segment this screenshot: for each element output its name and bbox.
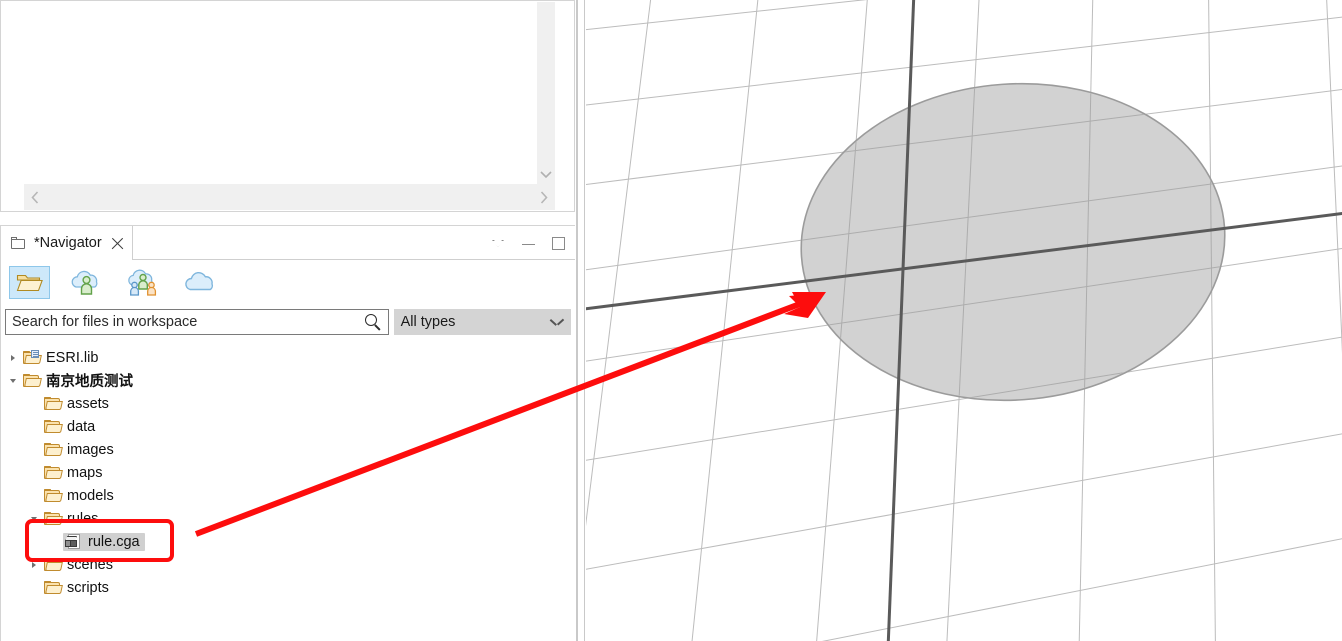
- tree-row-content[interactable]: ESRI.lib: [21, 349, 103, 367]
- minimize-icon[interactable]: [522, 237, 535, 250]
- view-menu-triangle-icon[interactable]: [492, 237, 505, 250]
- folder-icon: [11, 236, 26, 250]
- open-folder-icon: [16, 274, 43, 291]
- panel-divider[interactable]: [576, 0, 578, 641]
- tree-row[interactable]: models: [1, 484, 575, 507]
- cloud-icon: [184, 271, 213, 291]
- tree-row-label: models: [67, 487, 114, 504]
- chevron-down-icon[interactable]: [5, 369, 21, 392]
- close-icon[interactable]: [111, 237, 124, 250]
- tree-row-content[interactable]: images: [42, 441, 119, 459]
- rule-cga-highlight: [25, 519, 174, 562]
- tree-row[interactable]: images: [1, 438, 575, 461]
- navigator-view: *Navigator Search for files in workspace…: [0, 225, 583, 641]
- search-box[interactable]: [5, 309, 389, 335]
- online-content-button[interactable]: [180, 266, 221, 299]
- panel-divider-secondary[interactable]: [584, 0, 585, 641]
- shared-content-button[interactable]: [123, 266, 164, 299]
- tree-row-label: 南京地质测试: [46, 374, 133, 390]
- chevron-left-icon[interactable]: [24, 184, 46, 210]
- chevron-right-icon[interactable]: [5, 346, 21, 369]
- folder-icon: [44, 396, 63, 411]
- tree-row[interactable]: 南京地质测试: [1, 369, 575, 392]
- chevron-right-icon[interactable]: [533, 184, 555, 210]
- folder-icon: [44, 419, 63, 434]
- editor-vertical-gutter: [554, 2, 573, 184]
- tree-row-content[interactable]: models: [42, 487, 119, 505]
- tree-row-label: maps: [67, 464, 103, 481]
- cloud-group-icon: [127, 269, 156, 296]
- chevron-down-icon: [551, 319, 562, 326]
- tree-row-content[interactable]: 南京地质测试: [21, 369, 138, 392]
- library-folder-icon: [23, 349, 42, 365]
- search-icon[interactable]: [364, 314, 382, 331]
- tree-row-content[interactable]: data: [42, 418, 100, 436]
- editor-canvas[interactable]: [2, 2, 536, 184]
- viewport-scene: [586, 0, 1342, 641]
- tab-navigator[interactable]: *Navigator: [1, 226, 133, 260]
- tab-label: *Navigator: [34, 235, 102, 251]
- chevron-down-icon[interactable]: [537, 166, 555, 184]
- folder-icon: [44, 465, 63, 480]
- tree-row[interactable]: ESRI.lib: [1, 346, 575, 369]
- tree-row-label: scripts: [67, 579, 109, 596]
- tree-row[interactable]: maps: [1, 461, 575, 484]
- tree-row-content[interactable]: scripts: [42, 579, 114, 597]
- file-tree[interactable]: ESRI.lib 南京地质测试 assets data images maps models…: [1, 346, 575, 641]
- local-workspace-button[interactable]: [9, 265, 50, 299]
- search-input[interactable]: [10, 310, 359, 334]
- tree-row-content[interactable]: assets: [42, 395, 114, 413]
- editor-vertical-scrollbar[interactable]: [537, 2, 555, 184]
- folder-icon: [44, 442, 63, 457]
- type-filter-value: All types: [400, 314, 456, 330]
- tree-row-label: images: [67, 441, 114, 458]
- folder-icon: [23, 373, 42, 388]
- maximize-icon[interactable]: [552, 236, 565, 250]
- tree-row-label: data: [67, 418, 96, 435]
- tree-row-content[interactable]: maps: [42, 464, 107, 482]
- application-window: *Navigator Search for files in workspace…: [0, 0, 1342, 641]
- editor-horizontal-scrollbar[interactable]: [2, 184, 555, 210]
- tab-tool-buttons: [492, 226, 565, 260]
- tree-row[interactable]: data: [1, 415, 575, 438]
- tree-row-label: ESRI.lib: [46, 349, 99, 366]
- tree-row[interactable]: scripts: [1, 576, 575, 599]
- scrollbar-left-gap: [2, 184, 24, 210]
- my-content-button[interactable]: [66, 266, 107, 299]
- 3d-viewport[interactable]: [586, 0, 1342, 641]
- tree-row[interactable]: assets: [1, 392, 575, 415]
- navigator-tabbar: *Navigator: [1, 226, 575, 260]
- editor-panel[interactable]: [0, 0, 575, 212]
- tree-row-label: assets: [67, 395, 109, 412]
- navigator-toolbar: [1, 260, 583, 304]
- navigator-search-row: All types: [1, 304, 575, 340]
- type-filter-dropdown[interactable]: All types: [393, 309, 571, 335]
- cloud-person-icon: [71, 270, 98, 295]
- scrollbar-corner: [555, 184, 573, 210]
- folder-icon: [44, 580, 63, 595]
- folder-icon: [44, 488, 63, 503]
